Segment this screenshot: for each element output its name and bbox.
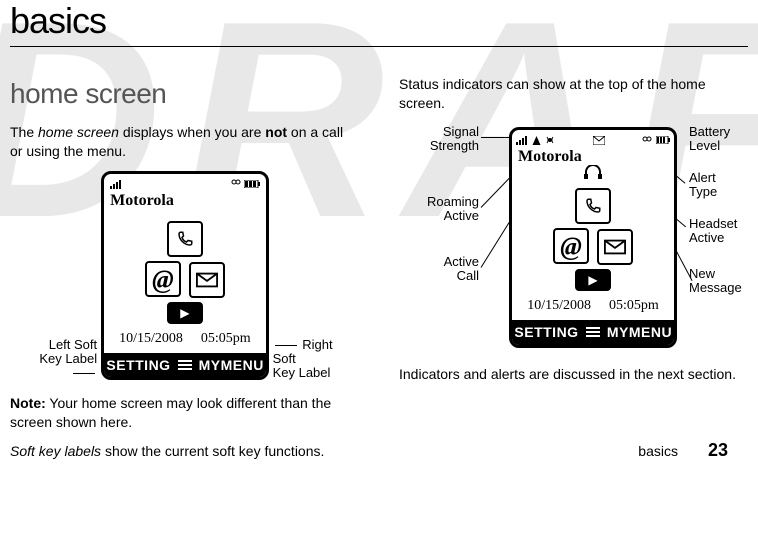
message-app-icon xyxy=(597,229,633,265)
text: Key Label xyxy=(273,365,331,380)
left-column: home screen The home screen displays whe… xyxy=(10,75,359,471)
time-label: 05:05pm xyxy=(609,297,659,316)
left-softkey: SETTING xyxy=(104,353,173,378)
page-title: basics xyxy=(10,0,748,47)
date-label: 10/15/2008 xyxy=(119,330,183,349)
outro-paragraph: Indicators and alerts are discussed in t… xyxy=(399,365,748,384)
right-softkey: MYMENU xyxy=(197,353,266,378)
footer-label: basics xyxy=(638,443,678,459)
battery-callout: Battery Level xyxy=(689,125,730,154)
text: Roaming xyxy=(427,194,479,209)
text-emphasis: Soft key labels xyxy=(10,443,101,459)
text: Active xyxy=(689,230,724,245)
active-call-icon xyxy=(545,135,555,145)
battery-icon xyxy=(656,136,670,144)
alert-icon xyxy=(231,177,241,192)
message-icon xyxy=(593,136,605,145)
text: Your home screen may look different than… xyxy=(10,395,331,430)
phone-figure-labeled: Left Soft Key Label xyxy=(10,171,359,381)
right-softkey-label-callout: Right Soft Key Label xyxy=(273,338,359,381)
text-bold: not xyxy=(265,124,287,140)
text: Alert xyxy=(689,170,716,185)
headset-callout: Headset Active xyxy=(689,217,737,246)
headset-icon xyxy=(512,165,674,184)
battery-icon xyxy=(244,180,260,188)
phone-figure-callouts: Signal Strength Roaming Active Active Ca… xyxy=(399,127,748,347)
menu-softkey-icon xyxy=(173,353,197,378)
roaming-callout: Roaming Active xyxy=(419,195,479,224)
alert-type-callout: Alert Type xyxy=(689,171,717,200)
text: The xyxy=(10,124,38,140)
signal-strength-callout: Signal Strength xyxy=(419,125,479,154)
caption-paragraph: Soft key labels show the current soft ke… xyxy=(10,442,359,461)
text: Right Soft xyxy=(273,337,333,366)
text: Battery xyxy=(689,124,730,139)
text: Headset xyxy=(689,216,737,231)
text: Type xyxy=(689,184,717,199)
callout-line xyxy=(73,373,95,374)
roaming-icon xyxy=(532,136,541,145)
time-label: 05:05pm xyxy=(201,330,251,349)
right-softkey: MYMENU xyxy=(605,320,674,345)
left-softkey: SETTING xyxy=(512,320,581,345)
text: displays when you are xyxy=(119,124,265,140)
message-app-icon xyxy=(189,262,225,298)
signal-icon xyxy=(110,179,124,189)
call-app-icon xyxy=(575,188,611,224)
new-message-callout: New Message xyxy=(689,267,742,296)
text: Level xyxy=(689,138,720,153)
text: Active xyxy=(444,208,479,223)
section-heading: home screen xyxy=(10,75,359,113)
intro-paragraph: Status indicators can show at the top of… xyxy=(399,75,748,113)
note-paragraph: Note: Your home screen may look differen… xyxy=(10,394,359,432)
media-app-icon: ▶ xyxy=(575,269,611,291)
menu-softkey-icon xyxy=(581,320,605,345)
active-call-callout: Active Call xyxy=(419,255,479,284)
intro-paragraph: The home screen displays when you are no… xyxy=(10,123,359,161)
at-app-icon: @ xyxy=(145,261,181,297)
text: Strength xyxy=(430,138,479,153)
callout-line xyxy=(275,345,297,346)
page-footer: basics 23 xyxy=(638,440,728,461)
left-softkey-label-callout: Left Soft Key Label xyxy=(10,338,97,381)
text: Call xyxy=(457,268,479,283)
phone-screen: Motorola @ xyxy=(509,127,677,348)
signal-icon xyxy=(516,136,528,145)
at-app-icon: @ xyxy=(553,228,589,264)
date-label: 10/15/2008 xyxy=(527,297,591,316)
text: Signal xyxy=(443,124,479,139)
alert-icon xyxy=(642,134,652,148)
text: Message xyxy=(689,280,742,295)
media-app-icon: ▶ xyxy=(167,302,203,324)
text: show the current soft key functions. xyxy=(101,443,324,459)
page-number: 23 xyxy=(708,440,728,461)
text: Key Label xyxy=(39,351,97,366)
text: Left Soft xyxy=(49,337,97,352)
phone-screen: Motorola @ xyxy=(101,171,268,381)
call-app-icon xyxy=(167,221,203,257)
brand-label: Motorola xyxy=(512,146,674,168)
text: New xyxy=(689,266,715,281)
text: Active xyxy=(444,254,479,269)
right-column: Status indicators can show at the top of… xyxy=(399,75,748,471)
note-label: Note: xyxy=(10,395,46,411)
brand-label: Motorola xyxy=(104,190,265,212)
text-emphasis: home screen xyxy=(38,124,119,140)
